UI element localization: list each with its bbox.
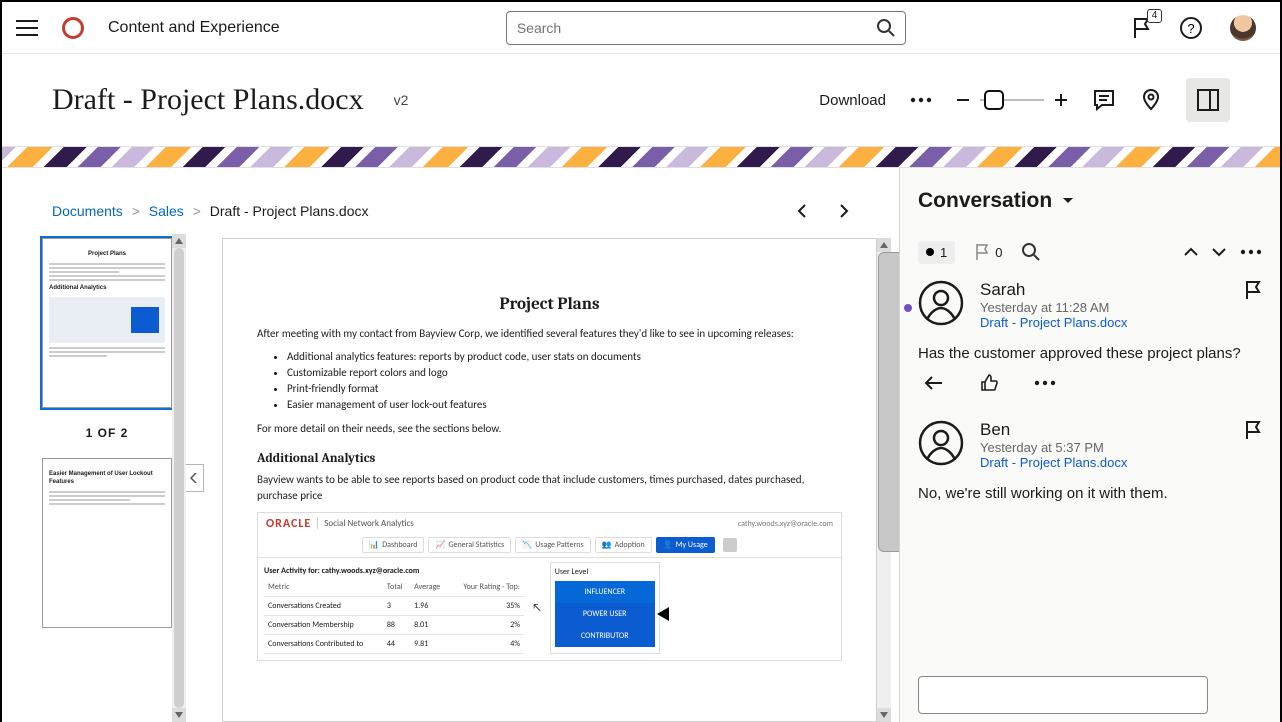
embed-tab: 👥 Adoption bbox=[595, 537, 652, 553]
download-button[interactable]: Download bbox=[819, 92, 886, 109]
embed-level: POWER USER bbox=[555, 603, 655, 625]
reply-icon[interactable] bbox=[924, 374, 944, 392]
thumbnail-page-1[interactable]: Project Plans Additional Analytics bbox=[42, 238, 172, 408]
search-input[interactable] bbox=[517, 20, 877, 36]
conversation-icon[interactable] bbox=[1092, 88, 1116, 112]
doc-section-heading: Additional Analytics bbox=[257, 451, 842, 466]
unread-count[interactable]: 1 bbox=[918, 241, 955, 264]
conversation-message: Ben Yesterday at 5:37 PM Draft - Project… bbox=[918, 420, 1262, 514]
doc-more: For more detail on their needs, see the … bbox=[257, 421, 842, 437]
zoom-in-button[interactable] bbox=[1054, 93, 1068, 107]
page-scrollbar[interactable] bbox=[877, 238, 891, 722]
embed-tab: 📊 Dashboard bbox=[362, 537, 424, 553]
oracle-logo-icon bbox=[62, 17, 84, 39]
embed-tab: 📉 Usage Patterns bbox=[515, 537, 590, 553]
document-title: Draft - Project Plans.docx bbox=[52, 83, 364, 117]
decorative-stripe bbox=[2, 146, 1280, 168]
next-page-icon[interactable] bbox=[839, 204, 849, 218]
zoom-out-button[interactable] bbox=[956, 93, 970, 107]
conversation-message: Sarah Yesterday at 11:28 AM Draft - Proj… bbox=[918, 280, 1262, 392]
conversation-title: Conversation bbox=[918, 189, 1052, 213]
embed-brand-sub: Social Network Analytics bbox=[317, 518, 414, 529]
top-bar: Content and Experience 4 ? bbox=[2, 2, 1280, 54]
embed-level: CONTRIBUTOR bbox=[555, 625, 655, 647]
doc-bullet: Customizable report colors and logo bbox=[287, 366, 842, 379]
thumbnails-scrollbar[interactable] bbox=[172, 234, 186, 722]
conversation-search-icon[interactable] bbox=[1022, 243, 1040, 261]
conversation-more-icon[interactable] bbox=[1240, 249, 1262, 255]
message-file-link[interactable]: Draft - Project Plans.docx bbox=[980, 455, 1127, 470]
doc-heading: Project Plans bbox=[257, 295, 842, 314]
help-icon[interactable]: ? bbox=[1180, 17, 1202, 39]
message-avatar-icon bbox=[918, 420, 964, 466]
thumbnail-page-2[interactable]: Easier Management of User Lockout Featur… bbox=[42, 458, 172, 628]
conversation-dropdown-icon[interactable] bbox=[1062, 197, 1074, 205]
user-avatar[interactable] bbox=[1230, 15, 1256, 41]
embed-table: MetricTotalAverageYour Rating - Top: Con… bbox=[264, 578, 524, 654]
conversation-panel: Conversation 1 0 bbox=[900, 168, 1280, 722]
embed-tab: 📈 General Statistics bbox=[428, 537, 511, 553]
hamburger-icon[interactable] bbox=[16, 20, 38, 36]
document-version: v2 bbox=[394, 92, 409, 108]
doc-bullet-list: Additional analytics features: reports b… bbox=[287, 350, 842, 411]
breadcrumb-file: Draft - Project Plans.docx bbox=[210, 203, 369, 219]
svg-text:?: ? bbox=[1187, 21, 1194, 36]
notifications-flag-icon[interactable]: 4 bbox=[1132, 17, 1152, 39]
side-panel-toggle[interactable] bbox=[1186, 78, 1230, 122]
embed-caption: User Activity for: cathy.woods.xyz@oracl… bbox=[264, 562, 524, 578]
document-header: Draft - Project Plans.docx v2 Download bbox=[2, 54, 1280, 146]
message-author: Sarah bbox=[980, 280, 1127, 300]
page-indicator: 1 OF 2 bbox=[86, 426, 129, 440]
search-field[interactable] bbox=[506, 11, 906, 45]
message-flag-icon[interactable] bbox=[1244, 420, 1262, 470]
page-thumbnails: Project Plans Additional Analytics 1 OF … bbox=[42, 234, 172, 722]
embedded-analytics-screenshot: ORACLE Social Network Analytics cathy.wo… bbox=[257, 512, 842, 661]
message-text: Has the customer approved these project … bbox=[918, 344, 1262, 364]
pointer-icon bbox=[657, 607, 669, 621]
flagged-count[interactable]: 0 bbox=[967, 240, 1010, 264]
zoom-thumb[interactable] bbox=[984, 90, 1004, 110]
scroll-up-icon[interactable] bbox=[1184, 247, 1198, 257]
message-avatar-icon bbox=[918, 280, 964, 326]
reply-input[interactable] bbox=[918, 676, 1208, 714]
embed-level: INFLUENCER bbox=[555, 581, 655, 603]
breadcrumb-folder[interactable]: Sales bbox=[149, 203, 184, 219]
collapse-thumbnails-icon[interactable] bbox=[184, 464, 204, 492]
breadcrumb-documents[interactable]: Documents bbox=[52, 203, 123, 219]
notifications-count: 4 bbox=[1147, 9, 1162, 23]
doc-section-body: Bayview wants to be able to see reports … bbox=[257, 472, 842, 504]
embed-email: cathy.woods.xyz@oracle.com bbox=[738, 519, 833, 529]
pin-marker-icon[interactable] bbox=[1140, 88, 1162, 112]
more-actions-icon[interactable] bbox=[910, 97, 932, 103]
document-page: Project Plans After meeting with my cont… bbox=[222, 238, 877, 722]
doc-bullet: Easier management of user lock-out featu… bbox=[287, 398, 842, 411]
search-icon[interactable] bbox=[877, 19, 895, 37]
zoom-control bbox=[956, 93, 1068, 107]
brand-name: Content and Experience bbox=[108, 19, 280, 37]
message-file-link[interactable]: Draft - Project Plans.docx bbox=[980, 315, 1127, 330]
message-more-icon[interactable] bbox=[1034, 374, 1056, 392]
breadcrumb: Documents > Sales > Draft - Project Plan… bbox=[52, 203, 369, 219]
new-message-dot-icon bbox=[904, 304, 912, 312]
embed-tab-active: 👤 My Usage bbox=[656, 537, 715, 553]
scroll-down-icon[interactable] bbox=[1212, 247, 1226, 257]
message-time: Yesterday at 5:37 PM bbox=[980, 440, 1127, 455]
unread-dot-icon bbox=[926, 248, 934, 256]
embed-avatar-icon bbox=[723, 538, 737, 552]
zoom-slider[interactable] bbox=[980, 99, 1044, 101]
doc-intro: After meeting with my contact from Bayvi… bbox=[257, 326, 842, 342]
embed-brand: ORACLE bbox=[266, 517, 311, 531]
prev-page-icon[interactable] bbox=[797, 204, 807, 218]
doc-bullet: Additional analytics features: reports b… bbox=[287, 350, 842, 363]
message-text: No, we're still working on it with them. bbox=[918, 484, 1262, 504]
embed-level-title: User Level bbox=[555, 567, 655, 577]
reply-area bbox=[918, 676, 1262, 722]
like-icon[interactable] bbox=[980, 374, 998, 392]
message-time: Yesterday at 11:28 AM bbox=[980, 300, 1127, 315]
message-flag-icon[interactable] bbox=[1244, 280, 1262, 330]
doc-bullet: Print-friendly format bbox=[287, 382, 842, 395]
message-author: Ben bbox=[980, 420, 1127, 440]
